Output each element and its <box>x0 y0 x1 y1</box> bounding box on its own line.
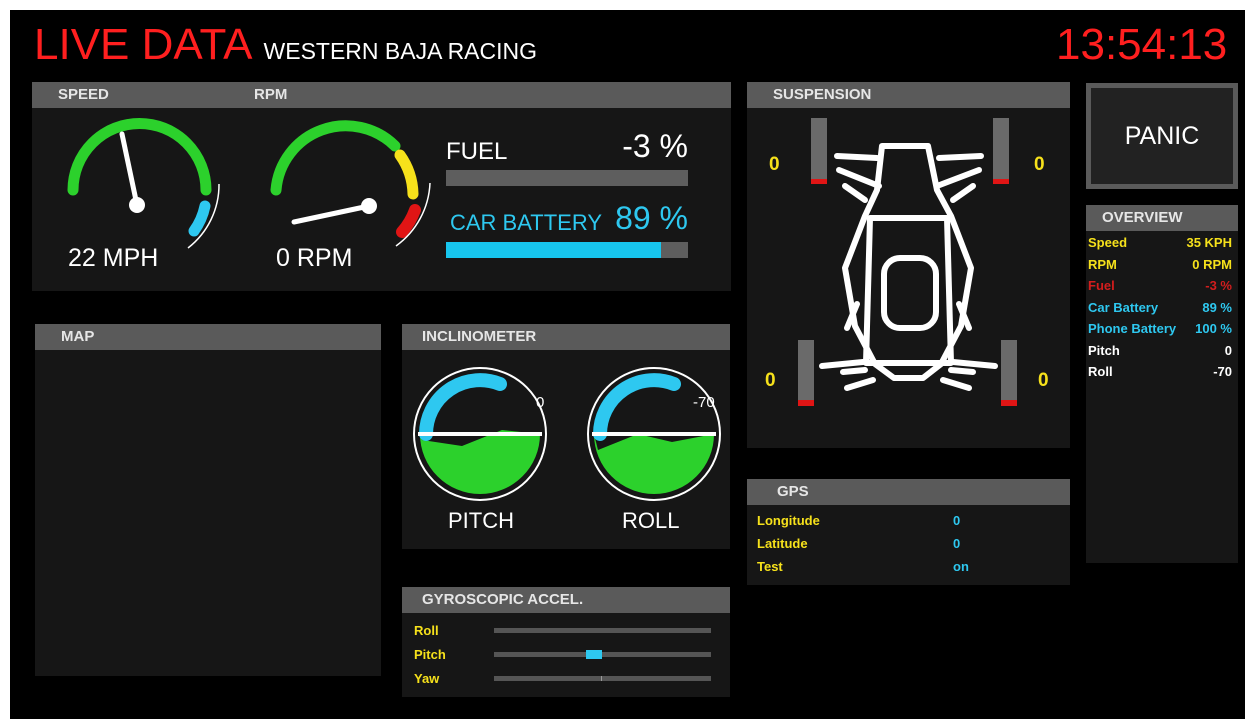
gps-row: Test on <box>757 559 1057 574</box>
pitch-value: 0 <box>536 394 545 411</box>
rpm-gauge-green-arc <box>270 120 401 196</box>
clock: 13:54:13 <box>1056 20 1228 69</box>
speed-gauge-hub <box>129 197 145 213</box>
gps-row: Longitude 0 <box>757 513 1057 528</box>
overview-row-label: RPM <box>1088 256 1117 272</box>
map-canvas[interactable] <box>35 350 381 676</box>
team-name: WESTERN BAJA RACING <box>263 38 538 64</box>
pitch-label: PITCH <box>448 508 514 533</box>
overview-row-label: Pitch <box>1088 342 1120 358</box>
overview-row-value: 0 RPM <box>1192 256 1232 272</box>
rpm-gauge-yellow-arc <box>394 149 419 200</box>
inclinometer-panel: INCLINOMETER 0 -70 PITCH ROLL <box>402 324 730 549</box>
suspension-panel: SUSPENSION 0 0 0 0 <box>747 82 1070 448</box>
gyro-pitch-bar <box>494 650 711 659</box>
gyro-pitch-label: Pitch <box>414 647 446 662</box>
gyro-yaw-bar <box>494 676 711 681</box>
overview-panel: OVERVIEW Speed 35 KPH RPM 0 RPM Fuel -3 % Car … <box>1086 205 1238 563</box>
rear-left-value: 0 <box>765 370 776 391</box>
overview-row-value: 100 % <box>1195 321 1232 336</box>
rpm-label: RPM <box>254 86 288 103</box>
gyro-pitch-indicator <box>586 650 602 659</box>
gyro-yaw-indicator <box>601 676 602 681</box>
rpm-readout: 0 RPM <box>276 244 353 272</box>
gps-header: GPS <box>747 479 1070 505</box>
inclinometer-gauges <box>413 367 721 501</box>
overview-row-value: 0 <box>1224 342 1232 358</box>
rpm-gauge-hub <box>361 198 377 214</box>
page-title: LIVE DATA WESTERN BAJA RACING <box>34 20 537 74</box>
rpm-gauge-needle <box>291 203 372 225</box>
gps-row-label: Test <box>757 559 783 574</box>
speed-gauge-cyan-arc <box>188 200 211 237</box>
overview-row: Fuel -3 % <box>1088 278 1232 293</box>
overview-row: Roll -70 <box>1088 364 1232 379</box>
overview-row: Speed 35 KPH <box>1088 235 1232 250</box>
roll-label: ROLL <box>622 508 680 533</box>
car-battery-bar <box>446 242 688 258</box>
overview-row-label: Phone Battery <box>1088 321 1177 336</box>
gyro-panel: GYROSCOPIC ACCEL. Roll Pitch Yaw <box>402 587 730 697</box>
speed-gauge-green-arc <box>67 118 212 196</box>
chassis-outline <box>819 143 998 391</box>
overview-row-value: -70 <box>1213 364 1232 379</box>
speed-label: SPEED <box>58 86 109 103</box>
dashboard-screen: LIVE DATA WESTERN BAJA RACING 13:54:13 S… <box>10 10 1245 719</box>
gps-row-value: on <box>953 559 969 574</box>
overview-row-value: 35 KPH <box>1186 235 1232 250</box>
overview-row: RPM 0 RPM <box>1088 257 1232 272</box>
front-left-value: 0 <box>769 154 780 175</box>
overview-row-value: -3 % <box>1205 278 1232 293</box>
front-right-value: 0 <box>1034 154 1045 175</box>
overview-row-label: Car Battery <box>1088 299 1159 315</box>
map-header: MAP <box>35 324 381 350</box>
overview-row-label: Roll <box>1088 364 1113 379</box>
rear-right-value: 0 <box>1038 370 1049 391</box>
overview-row-label: Speed <box>1088 235 1128 250</box>
gps-row-value: 0 <box>953 513 961 528</box>
fuel-label: FUEL <box>446 138 508 165</box>
gps-row-label: Longitude <box>757 513 820 528</box>
overview-header: OVERVIEW <box>1086 205 1238 231</box>
roll-value: -70 <box>693 394 715 411</box>
rear-right-shock <box>1001 340 1017 406</box>
front-left-shock <box>811 118 827 184</box>
live-data-title: LIVE DATA <box>34 20 253 69</box>
gyro-roll-bar <box>494 628 711 633</box>
car-battery-label: CAR BATTERY <box>450 210 602 235</box>
car-chassis-diagram <box>798 118 1017 406</box>
overview-row-value: 89 % <box>1202 299 1232 315</box>
roll-dial <box>587 367 721 501</box>
speed-readout: 22 MPH <box>68 244 159 272</box>
overview-row-label: Fuel <box>1088 278 1115 293</box>
gps-row-label: Latitude <box>757 536 808 551</box>
speed-rpm-panel: SPEED RPM 22 MPH 0 RPM FUEL -3 % CAR BAT… <box>32 82 731 291</box>
rear-left-shock <box>798 340 814 406</box>
gps-row-value: 0 <box>953 536 961 551</box>
overview-row: Car Battery 89 % <box>1088 300 1232 315</box>
panic-button[interactable]: PANIC <box>1086 83 1238 189</box>
suspension-header: SUSPENSION <box>747 82 1070 108</box>
inclinometer-header: INCLINOMETER <box>402 324 730 350</box>
gyro-header: GYROSCOPIC ACCEL. <box>402 587 730 613</box>
fuel-bar <box>446 170 688 186</box>
fuel-value: -3 % <box>622 128 688 164</box>
gps-row: Latitude 0 <box>757 536 1057 551</box>
speed-gauge-needle <box>119 131 140 208</box>
gyro-roll-label: Roll <box>414 623 439 638</box>
pitch-dial <box>413 367 547 501</box>
overview-row: Phone Battery 100 % <box>1088 321 1232 336</box>
car-battery-bar-fill <box>446 242 662 258</box>
gps-panel: GPS Longitude 0 Latitude 0 Test on <box>747 479 1070 585</box>
speed-rpm-header: SPEED RPM <box>32 82 731 108</box>
front-right-shock <box>993 118 1009 184</box>
map-panel: MAP <box>35 324 381 676</box>
gyro-yaw-label: Yaw <box>414 671 440 686</box>
overview-row: Pitch 0 <box>1088 343 1232 358</box>
car-battery-value: 89 % <box>615 200 688 236</box>
